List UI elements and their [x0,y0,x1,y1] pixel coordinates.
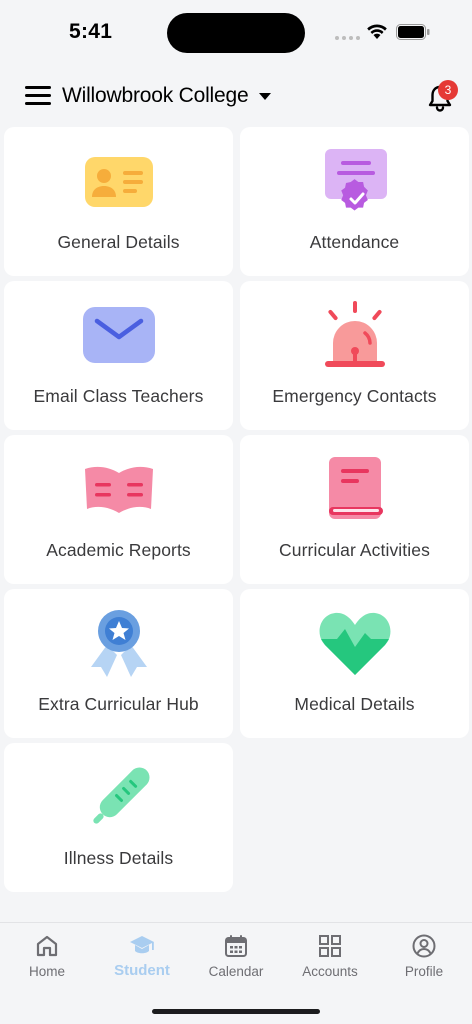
siren-icon [324,301,385,367]
chevron-down-icon[interactable] [259,93,271,100]
notification-badge: 3 [438,80,458,100]
wifi-icon [367,24,387,39]
battery-icon [396,24,430,40]
status-bar: 5:41 [0,0,472,64]
card-emergency-contacts[interactable]: Emergency Contacts [240,281,469,430]
card-label: Curricular Activities [279,540,430,560]
tab-label: Profile [404,964,444,979]
tab-label: Student [114,962,170,979]
tab-label: Accounts [302,964,358,979]
thermometer-icon [92,767,150,824]
card-general-details[interactable]: General Details [4,127,233,276]
user-circle-icon [412,934,436,958]
tab-home[interactable]: Home [7,933,87,979]
award-ribbon-icon [90,610,147,677]
tab-profile[interactable]: Profile [384,933,464,979]
status-time: 5:41 [69,20,113,43]
card-extra-curricular-hub[interactable]: Extra Curricular Hub [4,589,233,738]
card-email-class-teachers[interactable]: Email Class Teachers [4,281,233,430]
home-indicator[interactable] [152,1009,320,1014]
school-selector[interactable]: Willowbrook College [62,84,249,108]
id-card-icon [84,157,153,207]
card-label: Academic Reports [46,540,191,560]
card-attendance[interactable]: Attendance [240,127,469,276]
card-curricular-activities[interactable]: Curricular Activities [240,435,469,584]
calendar-icon [225,935,247,957]
app-header: Willowbrook College 3 [0,64,472,126]
menu-icon[interactable] [25,86,51,106]
tab-label: Calendar [208,964,264,979]
book-icon [328,457,383,519]
envelope-icon [82,307,155,363]
card-label: Extra Curricular Hub [38,694,199,714]
card-label: Medical Details [294,694,415,714]
home-icon [36,935,58,957]
dynamic-island [167,13,305,53]
graduation-cap-icon [130,936,154,954]
card-label: Emergency Contacts [272,386,437,406]
tab-label: Home [28,964,65,979]
tab-accounts[interactable]: Accounts [290,933,370,979]
heart-pulse-icon [319,612,390,675]
card-label: General Details [57,232,180,252]
open-book-icon [84,466,153,513]
card-academic-reports[interactable]: Academic Reports [4,435,233,584]
card-label: Attendance [309,232,400,252]
grid-icon [319,935,341,957]
card-label: Illness Details [63,848,174,868]
certificate-icon [324,149,387,211]
card-medical-details[interactable]: Medical Details [240,589,469,738]
tab-calendar[interactable]: Calendar [196,933,276,979]
cellular-signal-icon [335,36,360,40]
card-label: Email Class Teachers [33,386,204,406]
card-illness-details[interactable]: Illness Details [4,743,233,892]
tab-student[interactable]: Student [102,933,182,979]
